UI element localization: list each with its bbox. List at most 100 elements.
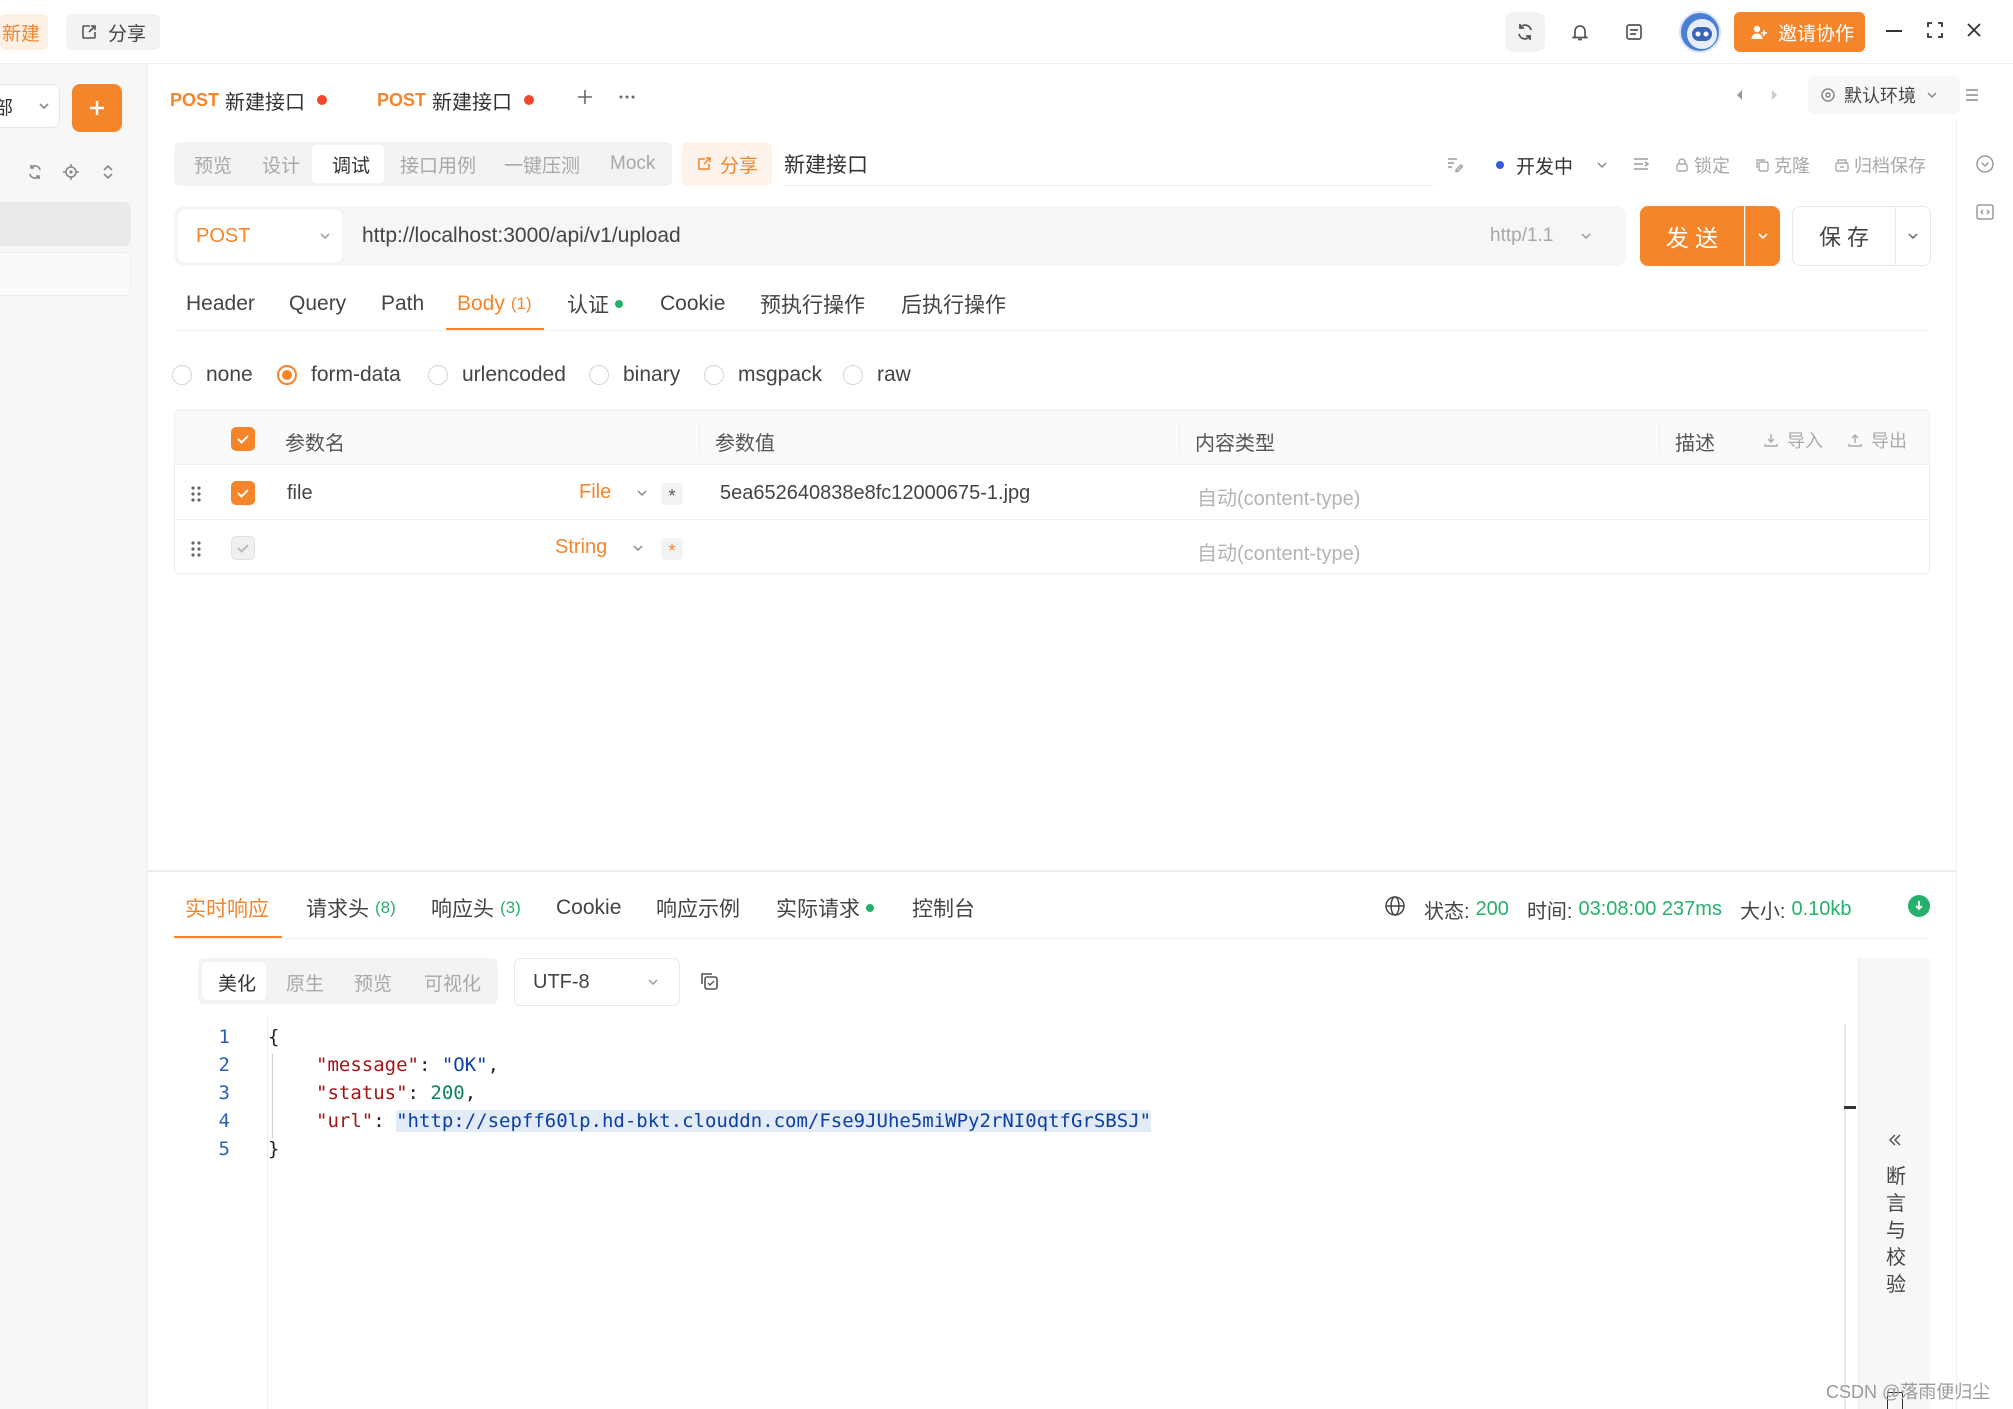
close-button[interactable] [1966,22,1982,38]
sync-button[interactable] [1505,12,1545,52]
param-name-input[interactable]: file [287,482,313,505]
bell-icon [1570,22,1590,42]
invite-button[interactable]: 邀请协作 [1734,12,1865,52]
resp-tab-examples[interactable]: 响应示例 [656,888,740,928]
row-enabled-checkbox[interactable] [231,481,255,505]
import-button[interactable]: 导入 [1763,427,1823,453]
tab-post-script[interactable]: 后执行操作 [901,284,1006,324]
export-button[interactable]: 导出 [1847,427,1907,453]
tree-item[interactable] [0,252,131,296]
resp-tab-response-headers[interactable]: 响应头 (3) [431,888,521,928]
request-tab-1[interactable]: POST 新建接口 [170,80,328,120]
row-enabled-checkbox[interactable] [231,536,255,560]
required-toggle[interactable]: * [661,538,683,561]
more-tabs-button[interactable] [618,88,636,106]
save-button[interactable]: 保 存 [1792,206,1896,266]
assertion-panel[interactable]: 断言与校验 [1858,958,1930,1409]
view-pretty[interactable]: 美化 [198,960,276,1004]
mode-design[interactable]: 设计 [242,142,320,186]
select-all-checkbox[interactable] [231,427,255,451]
tree-item-selected[interactable] [0,202,131,246]
body-type-form-data[interactable]: form-data [277,360,401,390]
drag-handle[interactable] [189,485,203,503]
download-response-button[interactable] [1908,895,1930,917]
format-button[interactable] [1632,155,1650,173]
avatar[interactable] [1679,11,1721,53]
mode-preview[interactable]: 预览 [174,142,252,186]
minimize-button[interactable] [1886,30,1902,32]
content-type-input[interactable]: 自动(content-type) [1197,537,1360,566]
share-button[interactable]: 分享 [66,14,160,50]
doc-button[interactable] [1614,12,1654,52]
url-input[interactable]: http://localhost:3000/api/v1/upload [362,206,1412,266]
add-button[interactable] [72,84,122,132]
send-button[interactable]: 发 送 [1640,206,1744,266]
tab-prev-button[interactable] [1734,88,1746,102]
resp-tab-actual-request[interactable]: 实际请求 [776,888,874,928]
menu-button[interactable] [1964,88,1980,102]
api-status-select[interactable]: 开发中 [1496,150,1609,180]
view-raw[interactable]: 原生 [266,960,344,1004]
new-button[interactable]: 新建 [0,14,48,50]
archive-button[interactable]: 归档保存 [1834,150,1926,180]
tab-pre-script[interactable]: 预执行操作 [760,284,865,324]
mode-test-case[interactable]: 接口用例 [380,142,496,186]
param-type-select[interactable]: String [555,536,645,559]
panel-splitter[interactable] [148,870,1956,872]
tab-auth[interactable]: 认证 [567,284,623,324]
body-type-raw[interactable]: raw [843,360,911,390]
body-type-msgpack[interactable]: msgpack [704,360,822,390]
required-toggle[interactable]: * [661,483,683,506]
tab-next-button[interactable] [1768,88,1780,102]
menu-icon [1964,88,1980,102]
resp-tab-console[interactable]: 控制台 [912,888,975,928]
copy-response-button[interactable] [698,970,720,992]
tab-body[interactable]: Body (1) [457,284,532,324]
tab-path[interactable]: Path [381,284,424,324]
new-tab-button[interactable] [576,88,594,106]
api-name-input[interactable]: 新建接口 [784,142,1434,186]
share-icon [80,23,98,41]
edit-desc-button[interactable] [1446,155,1464,173]
tab-query[interactable]: Query [289,284,346,324]
api-share-button[interactable]: 分享 [682,142,772,186]
body-type-urlencoded[interactable]: urlencoded [428,360,566,390]
encoding-select[interactable]: UTF-8 [514,958,680,1006]
editor-scrollbar[interactable] [1844,1024,1846,1409]
view-visualize[interactable]: 可视化 [404,960,501,1004]
refresh-tree-button[interactable] [26,163,44,181]
tab-cookie[interactable]: Cookie [660,284,725,324]
resp-tab-request-headers[interactable]: 请求头 (8) [306,888,396,928]
save-options-button[interactable] [1895,206,1931,266]
environment-select[interactable]: 默认环境 [1808,76,1960,114]
code-gen-button[interactable] [1975,202,1995,222]
view-preview[interactable]: 预览 [334,960,412,1004]
mode-stress-test[interactable]: 一键压测 [484,142,600,186]
protocol-select[interactable]: http/1.1 [1490,206,1593,266]
expand-collapse-button[interactable] [99,163,117,181]
param-type-select[interactable]: File [579,481,649,504]
resp-tab-realtime[interactable]: 实时响应 [185,888,269,928]
clone-button[interactable]: 克隆 [1754,150,1810,180]
scope-select[interactable]: 部 [0,84,60,128]
network-info-button[interactable] [1384,895,1406,917]
maximize-button[interactable] [1927,22,1943,38]
lock-button[interactable]: 锁定 [1674,150,1730,180]
body-type-none[interactable]: none [172,360,253,390]
tab-header[interactable]: Header [186,284,255,324]
mode-debug[interactable]: 调试 [312,142,390,186]
mode-mock[interactable]: Mock [590,142,675,186]
method-select[interactable]: POST [178,210,342,262]
drag-handle[interactable] [189,540,203,558]
code-icon [1975,202,1995,222]
resp-tab-cookie[interactable]: Cookie [556,888,621,928]
send-options-button[interactable] [1745,206,1780,266]
request-tab-2[interactable]: POST 新建接口 [377,80,535,120]
body-type-binary[interactable]: binary [589,360,680,390]
json-url-link[interactable]: "http://sepff60lp.hd-bkt.clouddn.com/Fse… [396,1110,1152,1132]
locate-button[interactable] [62,163,80,181]
notification-button[interactable] [1560,12,1600,52]
collapse-rail-button[interactable] [1975,154,1995,174]
content-type-input[interactable]: 自动(content-type) [1197,482,1360,511]
param-value-input[interactable]: 5ea652640838e8fc12000675-1.jpg [720,482,1030,505]
